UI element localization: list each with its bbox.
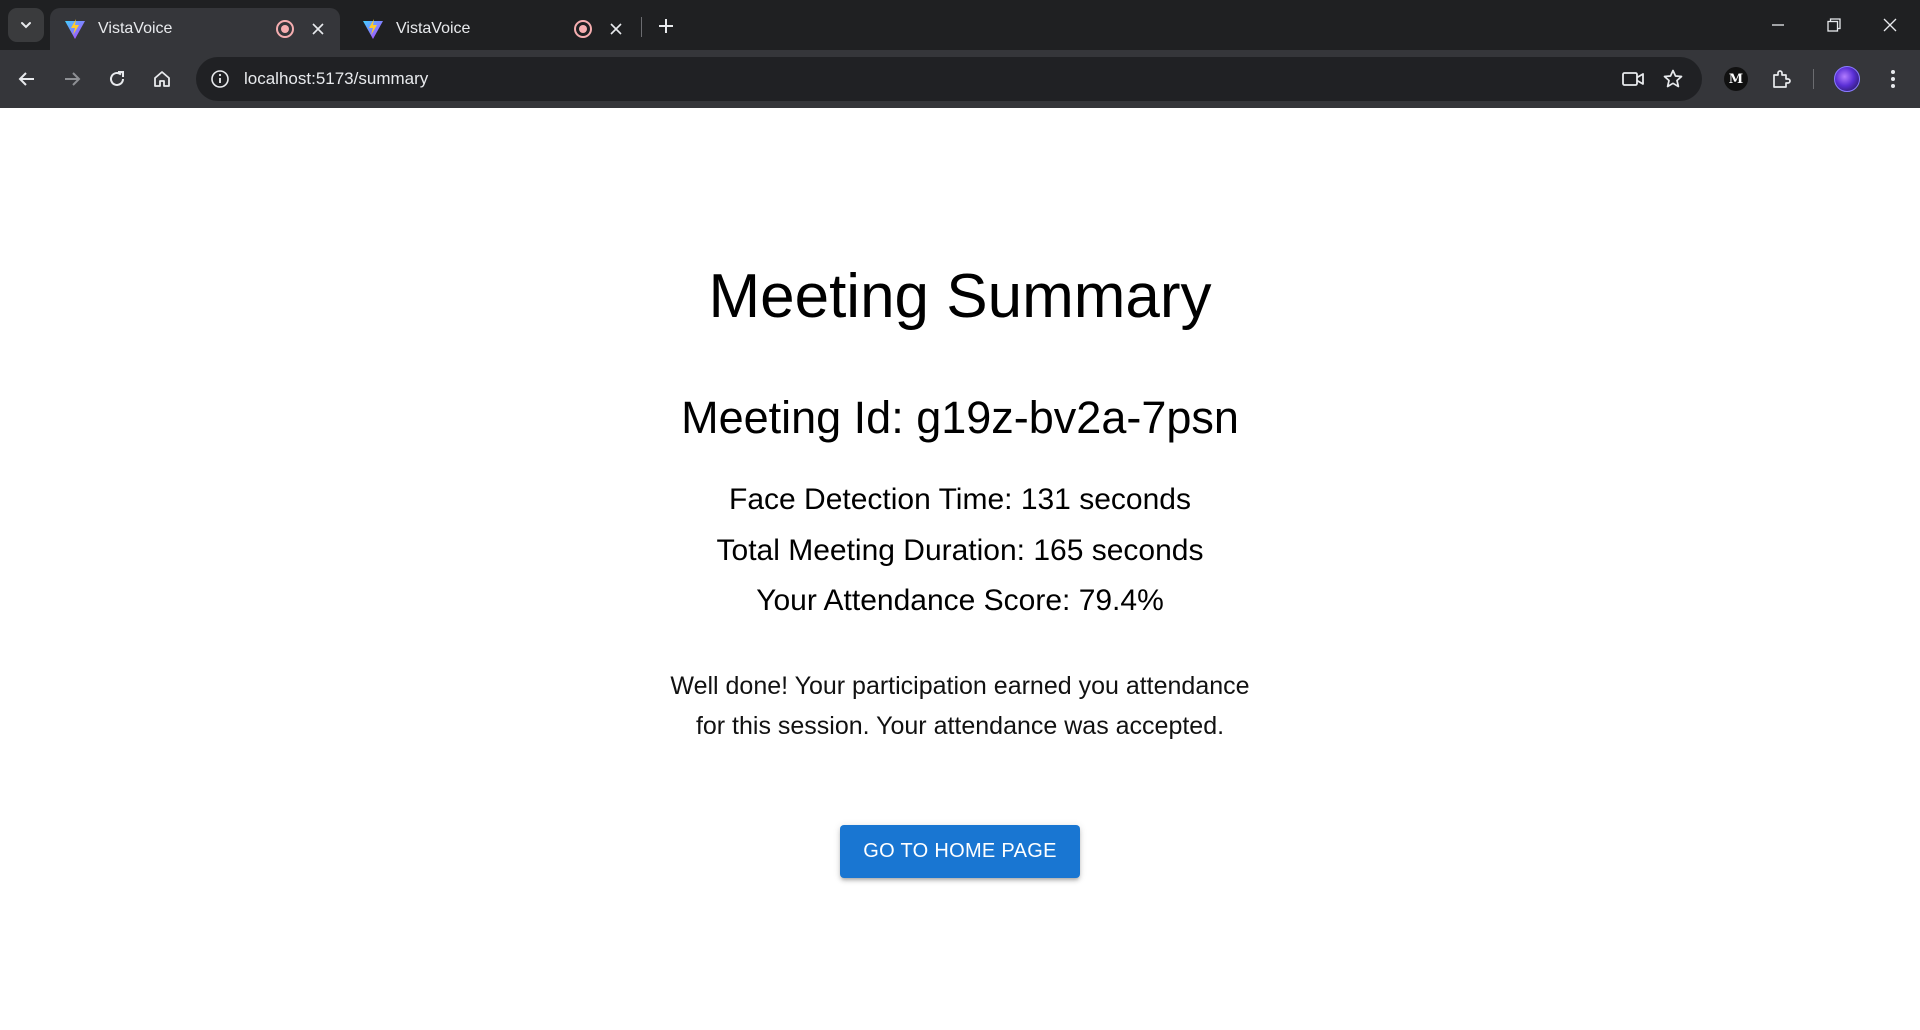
browser-tab-bar: VistaVoice VistaVoice	[0, 0, 1920, 50]
tab-title: VistaVoice	[396, 20, 471, 37]
site-info-button[interactable]	[200, 59, 240, 99]
tab-search-button[interactable]	[8, 8, 44, 42]
address-bar[interactable]	[196, 57, 1702, 101]
restore-button[interactable]	[1806, 0, 1862, 50]
page-title: Meeting Summary	[708, 262, 1212, 331]
toolbar-separator	[1813, 69, 1814, 89]
home-button[interactable]	[144, 61, 180, 97]
vite-icon	[65, 19, 85, 39]
extensions-button[interactable]	[1765, 63, 1797, 95]
minimize-icon	[1772, 24, 1784, 26]
puzzle-icon	[1773, 70, 1791, 88]
reload-button[interactable]	[99, 61, 135, 97]
medium-logo-icon: M	[1724, 67, 1748, 91]
go-to-home-page-button[interactable]: GO TO HOME PAGE	[840, 825, 1080, 878]
tab-separator	[641, 17, 642, 37]
face-detection-time: Face Detection Time: 131 seconds	[729, 483, 1191, 516]
more-vert-icon	[1891, 70, 1895, 88]
close-window-button[interactable]	[1862, 0, 1918, 50]
tab-title: VistaVoice	[98, 20, 173, 37]
star-icon	[1663, 69, 1683, 88]
extension-medium-button[interactable]: M	[1720, 63, 1752, 95]
total-meeting-duration: Total Meeting Duration: 165 seconds	[716, 534, 1204, 567]
new-tab-button[interactable]	[652, 12, 680, 40]
url-input[interactable]	[244, 69, 1544, 89]
restore-icon	[1827, 18, 1841, 32]
bookmark-button[interactable]	[1658, 64, 1688, 94]
close-tab-icon[interactable]	[308, 19, 328, 39]
vite-icon	[363, 19, 383, 39]
info-icon	[211, 70, 229, 88]
close-icon	[1883, 18, 1897, 32]
summary-page: Meeting Summary Meeting Id: g19z-bv2a-7p…	[0, 108, 1920, 1030]
recording-icon	[276, 20, 294, 38]
plus-icon	[659, 19, 673, 33]
arrow-left-icon	[18, 72, 34, 86]
arrow-right-icon	[65, 72, 81, 86]
browser-toolbar: M	[0, 50, 1920, 108]
meeting-id: Meeting Id: g19z-bv2a-7psn	[681, 392, 1239, 443]
profile-button[interactable]	[1831, 63, 1863, 95]
recording-icon	[574, 20, 592, 38]
attendance-message-line: Well done! Your participation earned you…	[670, 672, 1250, 700]
avatar	[1834, 66, 1860, 92]
attendance-score: Your Attendance Score: 79.4%	[756, 584, 1164, 617]
minimize-button[interactable]	[1750, 0, 1806, 50]
menu-button[interactable]	[1877, 63, 1909, 95]
forward-button[interactable]	[54, 61, 90, 97]
tab-vistavoice-active[interactable]: VistaVoice	[50, 8, 340, 50]
reload-icon	[110, 71, 124, 86]
chevron-down-icon	[21, 22, 31, 29]
camera-indicator-button[interactable]	[1618, 64, 1648, 94]
video-camera-icon	[1622, 72, 1644, 86]
tab-vistavoice[interactable]: VistaVoice	[348, 8, 638, 50]
home-icon	[154, 71, 170, 87]
close-tab-icon[interactable]	[606, 19, 626, 39]
back-button[interactable]	[9, 61, 45, 97]
attendance-message-line: for this session. Your attendance was ac…	[695, 712, 1225, 740]
attendance-message: Well done! Your participation earned you…	[560, 666, 1360, 746]
